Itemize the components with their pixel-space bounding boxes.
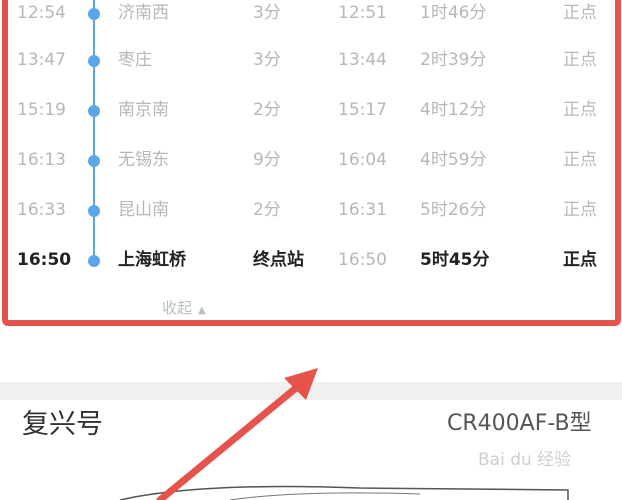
timeline-dot [88,255,100,267]
timeline-dot [88,8,100,20]
status-label: 正点 [563,250,597,270]
train-model: CR400AF-B型 [447,411,592,436]
collapse-label: 收起 [162,299,193,315]
status-label: 正点 [563,200,597,220]
timeline-dot [88,55,100,67]
arrival-time: 13:47 [17,50,66,70]
stop-duration: 3分 [253,3,281,23]
departure-time: 12:51 [338,3,387,23]
stop-duration: 2分 [253,200,281,220]
station-name: 济南西 [118,3,169,23]
elapsed-time: 4时12分 [420,100,487,120]
arrival-time: 15:19 [17,100,66,120]
arrival-time: 16:13 [17,150,66,170]
station-name: 昆山南 [118,200,169,220]
collapse-button[interactable]: 收起 ▲ [162,297,206,315]
elapsed-time: 2时39分 [420,50,487,70]
departure-time: 15:17 [338,100,387,120]
station-name: 枣庄 [118,50,152,70]
status-label: 正点 [563,50,597,70]
status-label: 正点 [563,100,597,120]
station-row-current[interactable]: 16:50 上海虹桥 终点站 16:50 5时45分 正点 [0,235,622,285]
stop-duration: 9分 [253,150,281,170]
train-car-sketch [119,485,569,500]
timeline-dot [88,155,100,167]
station-name: 上海虹桥 [118,250,186,270]
departure-time: 16:50 [338,250,387,270]
elapsed-time: 4时59分 [420,150,487,170]
arrival-time: 16:33 [17,200,66,220]
train-name: 复兴号 [22,409,103,440]
elapsed-time: 1时46分 [420,3,487,23]
departure-time: 16:31 [338,200,387,220]
station-row[interactable]: 15:19 南京南 2分 15:17 4时12分 正点 [0,85,622,135]
status-label: 正点 [563,150,597,170]
elapsed-time: 5时45分 [420,250,490,270]
stop-duration: 3分 [253,50,281,70]
departure-time: 13:44 [338,50,387,70]
station-name: 无锡东 [118,150,169,170]
stop-duration: 终点站 [253,250,304,270]
arrival-time: 16:50 [17,250,72,270]
chevron-up-icon: ▲ [198,305,206,315]
station-row[interactable]: 13:47 枣庄 3分 13:44 2时39分 正点 [0,35,622,85]
station-name: 南京南 [118,100,169,120]
timeline-dot [88,205,100,217]
status-label: 正点 [563,3,597,23]
elapsed-time: 5时26分 [420,200,487,220]
arrival-time: 12:54 [17,3,66,23]
station-row[interactable]: 16:13 无锡东 9分 16:04 4时59分 正点 [0,135,622,185]
timeline-dot [88,105,100,117]
stop-duration: 2分 [253,100,281,120]
station-row[interactable]: 16:33 昆山南 2分 16:31 5时26分 正点 [0,185,622,235]
section-divider [0,382,622,400]
station-row[interactable]: 12:54 济南西 3分 12:51 1时46分 正点 [0,0,622,38]
departure-time: 16:04 [338,150,387,170]
